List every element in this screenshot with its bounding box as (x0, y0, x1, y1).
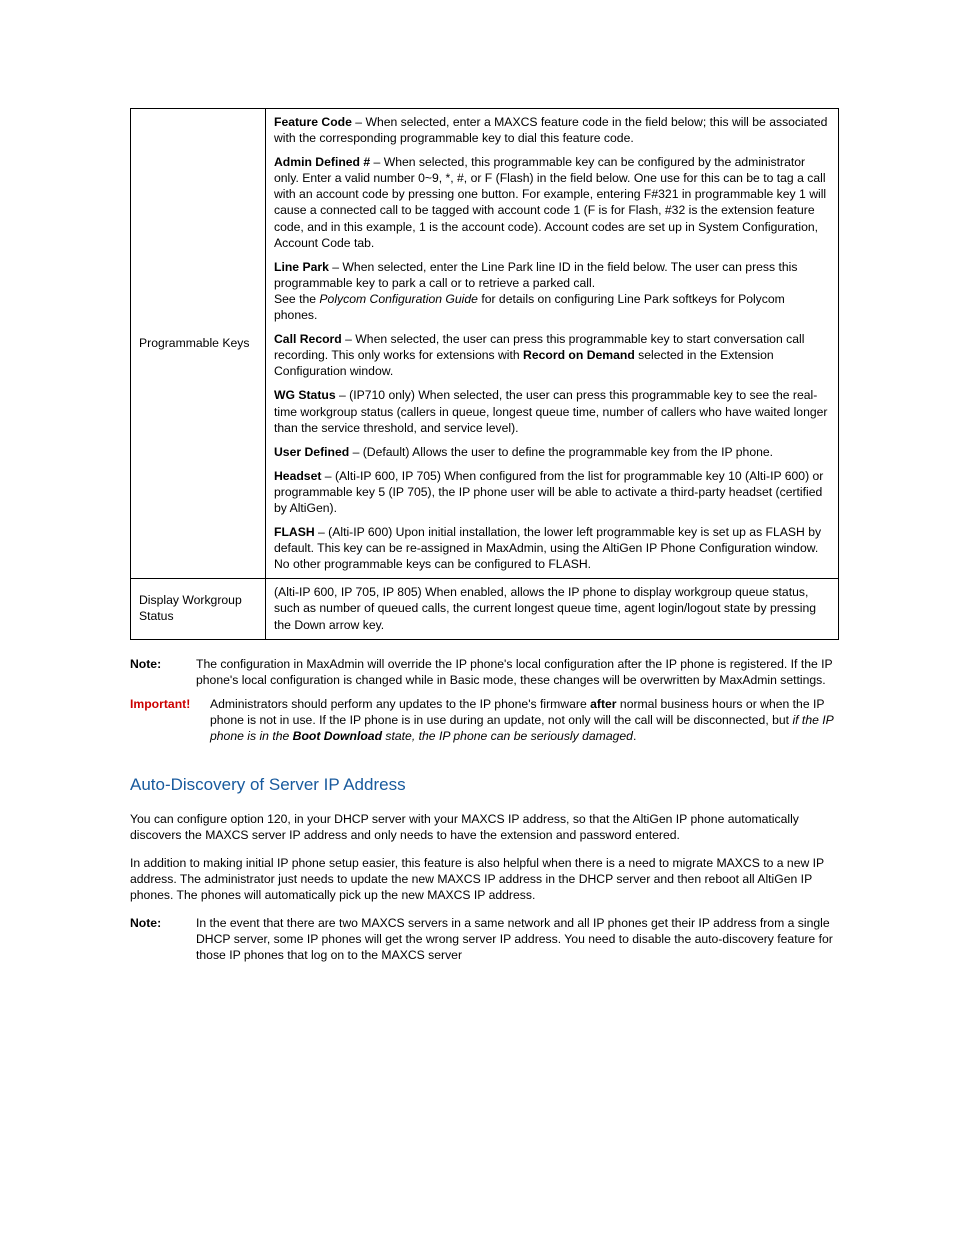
note-label: Note: (130, 656, 182, 688)
feature-text: – When selected, enter the Line Park lin… (274, 260, 797, 290)
feature-text: – (Alti-IP 600, IP 705) When configured … (274, 469, 823, 515)
feature-title: FLASH (274, 525, 315, 539)
doc-ref: Polycom Configuration Guide (319, 292, 478, 306)
feature-text: – When selected, enter a MAXCS feature c… (274, 115, 827, 145)
feature-title: Admin Defined # (274, 155, 370, 169)
note-label: Note: (130, 915, 182, 963)
feature-text: – (Alti-IP 600) Upon initial installatio… (274, 525, 821, 571)
row-label-cell: Display Workgroup Status (131, 579, 266, 639)
row2-text: (Alti-IP 600, IP 705, IP 805) When enabl… (274, 585, 816, 631)
inline-option: Record on Demand (523, 348, 635, 362)
feature-text: – When selected, this programmable key c… (274, 155, 826, 249)
feature-title: Call Record (274, 332, 342, 346)
row-content-cell: Feature Code – When selected, enter a MA… (266, 109, 839, 579)
feature-item: WG Status – (IP710 only) When selected, … (274, 387, 830, 435)
important-body: Administrators should perform any update… (210, 696, 839, 744)
notes-section: Note: The configuration in MaxAdmin will… (130, 656, 839, 744)
table-row: Programmable Keys Feature Code – When se… (131, 109, 839, 579)
note-body: In the event that there are two MAXCS se… (196, 915, 839, 963)
feature-item: Feature Code – When selected, enter a MA… (274, 114, 830, 146)
imp-state: Boot Download (293, 729, 382, 743)
feature-table: Programmable Keys Feature Code – When se… (130, 108, 839, 640)
note-block: Note: The configuration in MaxAdmin will… (130, 656, 839, 688)
paragraph: You can configure option 120, in your DH… (130, 811, 839, 843)
row-label: Display Workgroup Status (139, 593, 242, 623)
note-body: The configuration in MaxAdmin will overr… (196, 656, 839, 688)
feature-item: FLASH – (Alti-IP 600) Upon initial insta… (274, 524, 830, 572)
imp-em2: state, the IP phone can be seriously dam… (382, 729, 633, 743)
document-page: Programmable Keys Feature Code – When se… (0, 0, 954, 1235)
feature-text: – (Default) Allows the user to define th… (349, 445, 773, 459)
note-lead: See the (274, 292, 319, 306)
feature-title: Line Park (274, 260, 329, 274)
feature-item: User Defined – (Default) Allows the user… (274, 444, 830, 460)
important-label: Important! (130, 696, 196, 744)
feature-item: Line Park – When selected, enter the Lin… (274, 259, 830, 323)
row-label: Programmable Keys (139, 336, 249, 350)
note-block: Note: In the event that there are two MA… (130, 915, 839, 963)
table-row: Display Workgroup Status (Alti-IP 600, I… (131, 579, 839, 639)
paragraph: In addition to making initial IP phone s… (130, 855, 839, 903)
section-heading: Auto-Discovery of Server IP Address (130, 774, 839, 796)
imp-c: . (633, 729, 636, 743)
important-block: Important! Administrators should perform… (130, 696, 839, 744)
feature-title: Feature Code (274, 115, 352, 129)
feature-text: – (IP710 only) When selected, the user c… (274, 388, 827, 434)
row-label-cell: Programmable Keys (131, 109, 266, 579)
feature-item: Call Record – When selected, the user ca… (274, 331, 830, 379)
feature-title: Headset (274, 469, 321, 483)
feature-title: WG Status (274, 388, 336, 402)
feature-item: Admin Defined # – When selected, this pr… (274, 154, 830, 251)
feature-item: Headset – (Alti-IP 600, IP 705) When con… (274, 468, 830, 516)
feature-title: User Defined (274, 445, 349, 459)
feature-note: See the Polycom Configuration Guide for … (274, 291, 830, 323)
imp-after: after (590, 697, 616, 711)
imp-a: Administrators should perform any update… (210, 697, 590, 711)
row-content-cell: (Alti-IP 600, IP 705, IP 805) When enabl… (266, 579, 839, 639)
